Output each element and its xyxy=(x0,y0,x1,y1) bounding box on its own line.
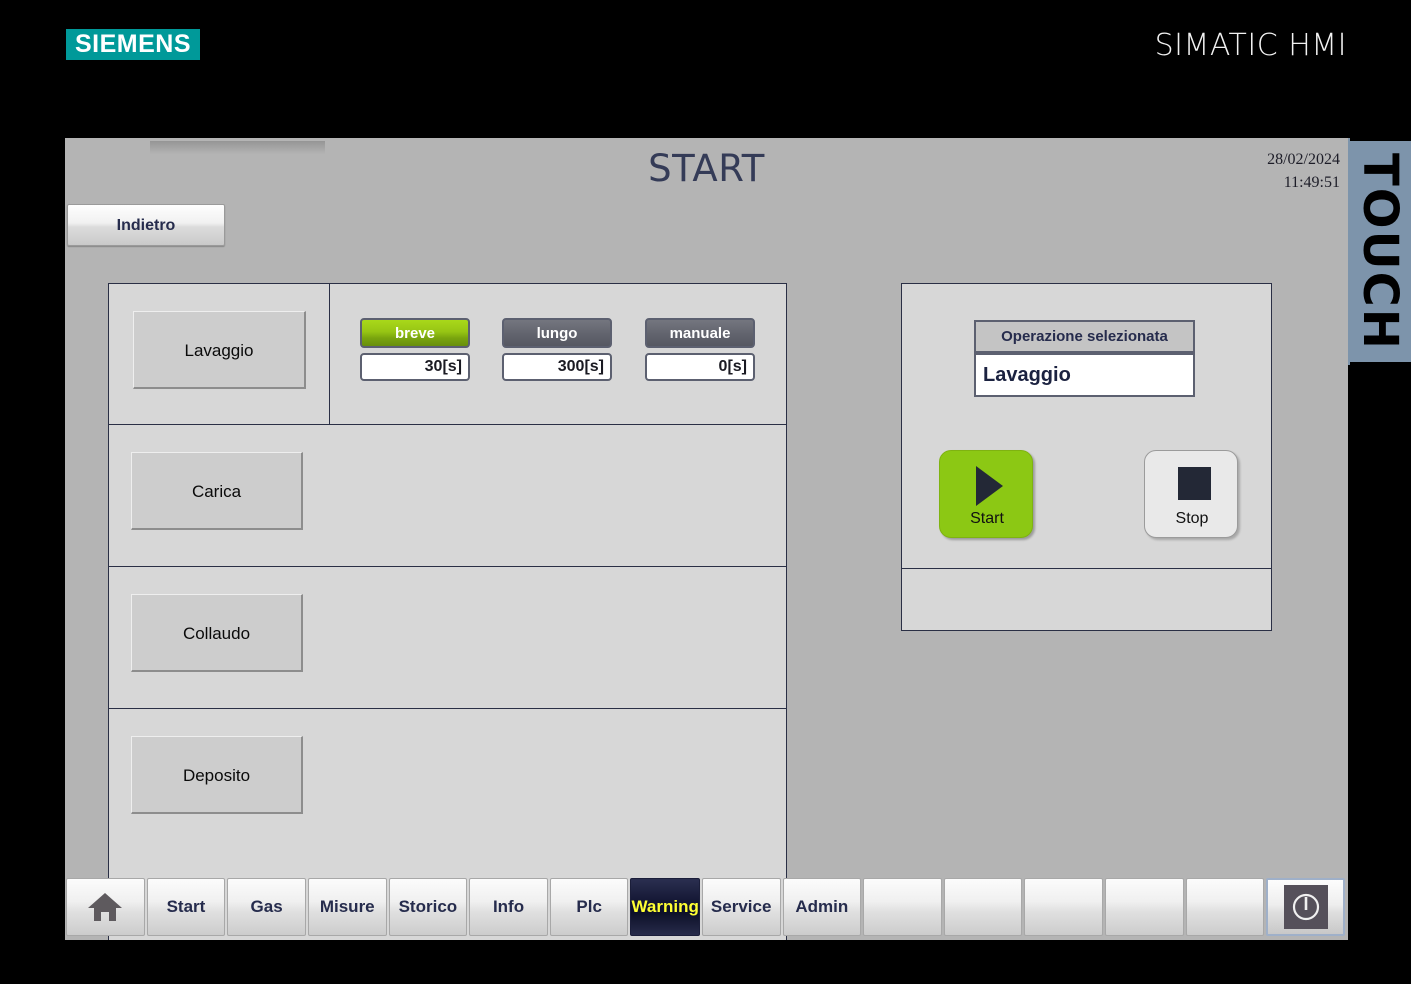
touch-side-label: TOUCH xyxy=(1348,138,1411,365)
stop-button-label: Stop xyxy=(1175,510,1209,527)
power-icon xyxy=(1283,885,1328,929)
operation-row-carica: Carica xyxy=(109,425,786,567)
mode-value-manuale[interactable]: 0[s] xyxy=(645,353,755,381)
stop-square-shape xyxy=(1178,467,1211,500)
hmi-screenshot-root: SIEMENS SIMATIC HMI TOUCH START 28/02/20… xyxy=(0,0,1411,984)
mode-group-lungo: lungo 300[s] xyxy=(502,318,612,381)
stop-icon xyxy=(1145,462,1239,508)
home-icon xyxy=(88,893,123,921)
time-text: 11:49:51 xyxy=(1283,174,1340,191)
operation-row-deposito: Deposito xyxy=(109,709,786,850)
nav-button-empty-2[interactable] xyxy=(943,878,1023,936)
selection-status-panel xyxy=(901,568,1272,631)
datetime-display: 28/02/2024 11:49:51 xyxy=(1140,148,1340,194)
start-button-label: Start xyxy=(970,510,1004,527)
nav-button-home[interactable] xyxy=(66,878,145,936)
nav-button-plc[interactable]: Plc xyxy=(549,878,629,936)
nav-button-start[interactable]: Start xyxy=(146,878,226,936)
nav-button-storico[interactable]: Storico xyxy=(388,878,468,936)
touch-strip-top-rule xyxy=(1350,138,1411,141)
operation-row-lavaggio-modes: breve 30[s] lungo 300[s] manuale 0[s] xyxy=(330,284,786,424)
selected-operation-value[interactable]: Lavaggio xyxy=(974,353,1195,397)
operation-button-lavaggio[interactable]: Lavaggio xyxy=(133,311,306,389)
siemens-logo: SIEMENS xyxy=(66,29,200,60)
back-button[interactable]: Indietro xyxy=(67,204,225,246)
nav-button-gas[interactable]: Gas xyxy=(227,878,306,936)
play-icon xyxy=(940,462,1034,508)
mode-button-manuale[interactable]: manuale xyxy=(645,318,755,348)
mode-group-breve: breve 30[s] xyxy=(360,318,470,381)
nav-button-empty-5[interactable] xyxy=(1185,878,1265,936)
mode-value-breve[interactable]: 30[s] xyxy=(360,353,470,381)
selected-operation-label: Operazione selezionata xyxy=(974,320,1195,353)
operation-button-deposito[interactable]: Deposito xyxy=(131,736,303,814)
nav-button-service[interactable]: Service xyxy=(701,878,781,936)
nav-button-empty-4[interactable] xyxy=(1105,878,1184,936)
touch-label-text: TOUCH xyxy=(1351,152,1408,351)
operation-row-collaudo: Collaudo xyxy=(109,567,786,709)
date-text: 28/02/2024 xyxy=(1267,151,1340,168)
operation-button-carica[interactable]: Carica xyxy=(131,452,303,530)
nav-button-misure[interactable]: Misure xyxy=(307,878,387,936)
mode-group-manuale: manuale 0[s] xyxy=(645,318,755,381)
device-top-bar: SIEMENS SIMATIC HMI xyxy=(0,0,1411,94)
nav-button-info[interactable]: Info xyxy=(469,878,548,936)
nav-button-empty-1[interactable] xyxy=(863,878,942,936)
play-triangle-shape xyxy=(976,466,1003,506)
nav-button-warning[interactable]: Warning xyxy=(630,878,700,936)
operations-panel: Lavaggio breve 30[s] lungo 300[s] manual… xyxy=(108,283,787,940)
mode-button-breve[interactable]: breve xyxy=(360,318,470,348)
bottom-navigation-bar: Start Gas Misure Storico Info Plc Warnin… xyxy=(66,878,1347,940)
nav-button-admin[interactable]: Admin xyxy=(782,878,862,936)
operation-row-lavaggio: Lavaggio breve 30[s] lungo 300[s] manual… xyxy=(109,284,786,425)
mode-value-lungo[interactable]: 300[s] xyxy=(502,353,612,381)
operation-button-collaudo[interactable]: Collaudo xyxy=(131,594,303,672)
simatic-hmi-label: SIMATIC HMI xyxy=(1154,28,1347,63)
touch-strip-bottom-rule xyxy=(1350,362,1411,365)
hmi-screen-area: START 28/02/2024 11:49:51 Indietro Lavag… xyxy=(65,138,1348,940)
mode-button-lungo[interactable]: lungo xyxy=(502,318,612,348)
power-icon-glyph xyxy=(1292,893,1319,921)
start-button[interactable]: Start xyxy=(939,450,1033,538)
stop-button[interactable]: Stop xyxy=(1144,450,1238,538)
operation-row-lavaggio-left: Lavaggio xyxy=(109,284,330,424)
nav-button-power[interactable] xyxy=(1266,878,1345,936)
nav-button-empty-3[interactable] xyxy=(1024,878,1104,936)
